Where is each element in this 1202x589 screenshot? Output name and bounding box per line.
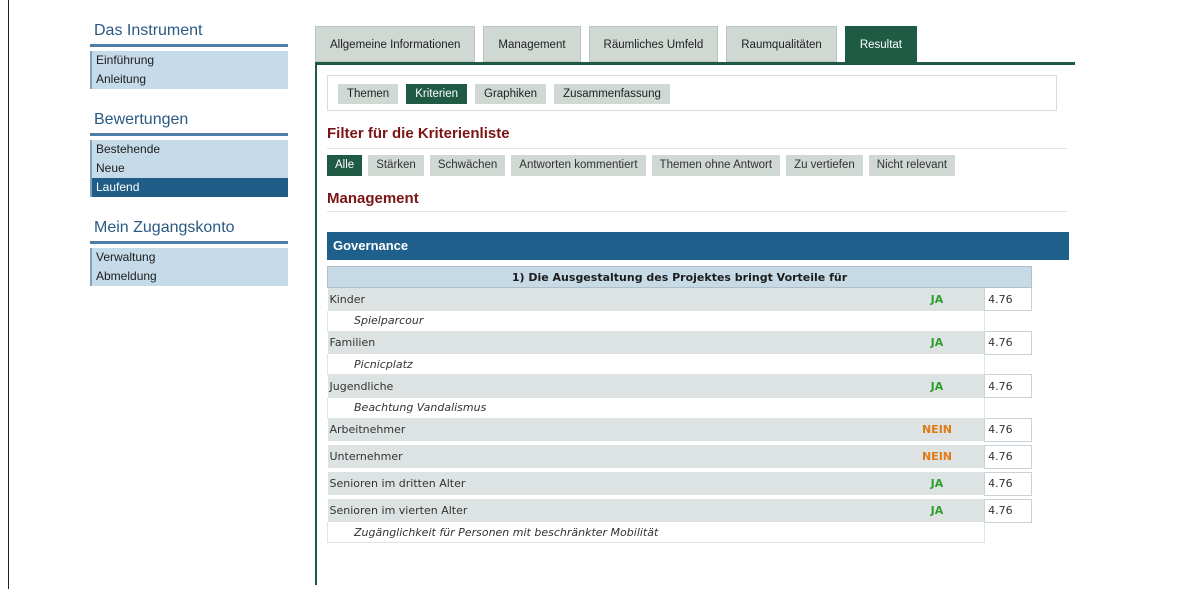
- criteria-score: 4.76: [984, 471, 1032, 496]
- criteria-comment-row: Beachtung Vandalismus: [326, 397, 1032, 419]
- filter-alle[interactable]: Alle: [327, 155, 363, 176]
- criteria-label: Arbeitnehmer: [327, 418, 890, 441]
- criteria-comment: Beachtung Vandalismus: [326, 397, 986, 419]
- criteria-row: Arbeitnehmer NEIN 4.76: [327, 417, 1032, 442]
- sidebar-item-bestehende[interactable]: Bestehende: [90, 140, 288, 159]
- criteria-label: Jugendliche: [327, 374, 890, 398]
- sidebar-title-mein-zugangskonto: Mein Zugangskonto: [90, 219, 288, 244]
- subtab-kriterien[interactable]: Kriterien: [406, 84, 468, 104]
- criteria-comment: Spielparcour: [326, 310, 986, 332]
- sidebar-title-bewertungen: Bewertungen: [90, 111, 288, 136]
- criteria-label: Familien: [327, 331, 890, 354]
- criteria-score: 4.76: [984, 444, 1032, 469]
- subtab-zusammenfassung[interactable]: Zusammenfassung: [554, 84, 670, 104]
- filter-zu-vertiefen[interactable]: Zu vertiefen: [786, 155, 863, 176]
- sidebar-group-bewertungen: Bestehende Neue Laufend: [90, 140, 288, 197]
- criteria-comment: Picnicplatz: [326, 354, 986, 375]
- filter-themen-ohne-antwort[interactable]: Themen ohne Antwort: [651, 155, 781, 176]
- criteria-answer: NEIN: [889, 418, 985, 441]
- tab-management[interactable]: Management: [483, 26, 581, 62]
- criteria-comment-spacer: [984, 397, 1032, 418]
- criteria-comment: Zugänglichkeit für Personen mit beschrän…: [326, 522, 986, 543]
- filter-nicht-relevant[interactable]: Nicht relevant: [868, 155, 956, 176]
- filter-heading-row: Filter für die Kriterienliste: [327, 125, 1067, 149]
- criteria-label: Kinder: [327, 287, 890, 311]
- criteria-comment-spacer: [984, 310, 1032, 331]
- sidebar-title-das-instrument: Das Instrument: [90, 22, 288, 47]
- criteria-label: Senioren im dritten Alter: [327, 472, 890, 495]
- section-heading: Management: [327, 190, 419, 207]
- content-area: Themen Kriterien Graphiken Zusammenfassung …: [315, 65, 1075, 585]
- page-frame-line: [8, 0, 9, 589]
- filter-bar: Alle Stärken Schwächen Antworten kommentier…: [327, 155, 1075, 176]
- sidebar-item-laufend[interactable]: Laufend: [90, 178, 288, 197]
- criteria-comment-spacer: [984, 522, 1032, 543]
- governance-bar: Governance: [327, 232, 1069, 260]
- sidebar-item-neue[interactable]: Neue: [90, 159, 288, 178]
- criteria-answer: JA: [889, 499, 985, 522]
- sidebar-item-einfuhrung[interactable]: Einführung: [90, 51, 288, 70]
- result-subtabs: Themen Kriterien Graphiken Zusammenfassung: [327, 75, 1057, 111]
- criteria-label: Unternehmer: [327, 445, 890, 468]
- filter-heading: Filter für die Kriterienliste: [327, 125, 510, 142]
- criteria-comment-row: Zugänglichkeit für Personen mit beschrän…: [326, 522, 1032, 543]
- criteria-answer: JA: [889, 287, 985, 311]
- sidebar-item-anleitung[interactable]: Anleitung: [90, 70, 288, 89]
- criteria-score: 4.76: [984, 498, 1032, 523]
- criteria-answer: JA: [889, 374, 985, 398]
- tab-raumqualitaten[interactable]: Raumqualitäten: [726, 26, 837, 62]
- sidebar-group-das-instrument: Einführung Anleitung: [90, 51, 288, 89]
- criteria-row: Jugendliche JA 4.76: [327, 374, 1032, 398]
- section-heading-row: Management: [327, 190, 1067, 212]
- criteria-answer: JA: [889, 331, 985, 354]
- sidebar-item-verwaltung[interactable]: Verwaltung: [90, 248, 288, 267]
- criteria-row: Unternehmer NEIN 4.76: [327, 444, 1032, 469]
- subtab-themen[interactable]: Themen: [338, 84, 399, 104]
- criteria-label: Senioren im vierten Alter: [327, 499, 890, 522]
- criteria-score: 4.76: [984, 330, 1032, 355]
- criteria-row: Senioren im vierten Alter JA 4.76: [327, 498, 1032, 523]
- criteria-question: 1) Die Ausgestaltung des Projektes bring…: [327, 266, 1032, 288]
- criteria-row: Senioren im dritten Alter JA 4.76: [327, 471, 1032, 496]
- main-panel: Allgemeine Informationen Management Räumli…: [315, 26, 1075, 585]
- criteria-comment-spacer: [984, 354, 1032, 375]
- sidebar: Das Instrument Einführung Anleitung Bewertu…: [90, 22, 288, 286]
- tab-resultat[interactable]: Resultat: [844, 26, 917, 62]
- subtab-graphiken[interactable]: Graphiken: [475, 84, 547, 104]
- criteria-comment-row: Spielparcour: [326, 310, 1032, 332]
- criteria-row: Kinder JA 4.76: [327, 287, 1032, 311]
- filter-antworten-kommentiert[interactable]: Antworten kommentiert: [511, 155, 646, 176]
- tab-raumliches-umfeld[interactable]: Räumliches Umfeld: [588, 26, 719, 62]
- criteria-score: 4.76: [984, 374, 1032, 398]
- criteria-score: 4.76: [984, 417, 1032, 442]
- tab-allgemeine-informationen[interactable]: Allgemeine Informationen: [315, 26, 476, 62]
- criteria-row: Familien JA 4.76: [327, 330, 1032, 355]
- main-tabs: Allgemeine Informationen Management Räumli…: [315, 26, 1075, 62]
- criteria-table: 1) Die Ausgestaltung des Projektes bring…: [326, 266, 1032, 543]
- filter-starken[interactable]: Stärken: [368, 155, 424, 176]
- filter-schwachen[interactable]: Schwächen: [429, 155, 506, 176]
- criteria-comment-row: Picnicplatz: [326, 354, 1032, 375]
- criteria-score: 4.76: [984, 287, 1032, 311]
- criteria-answer: NEIN: [889, 445, 985, 468]
- sidebar-item-abmeldung[interactable]: Abmeldung: [90, 267, 288, 286]
- sidebar-group-mein-zugangskonto: Verwaltung Abmeldung: [90, 248, 288, 286]
- criteria-answer: JA: [889, 472, 985, 495]
